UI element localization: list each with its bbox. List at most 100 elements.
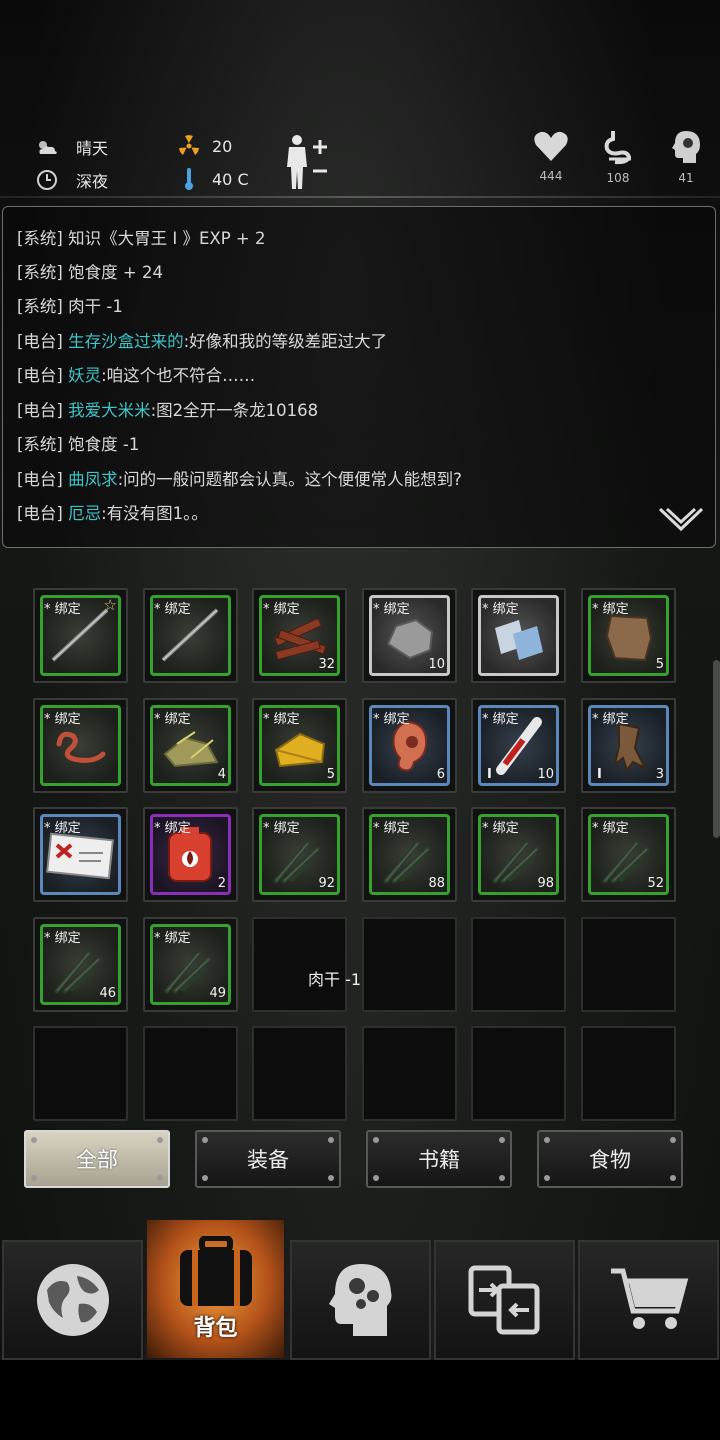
sender-name[interactable]: 妖灵: [68, 366, 101, 385]
sender-name[interactable]: 厄忌: [68, 504, 101, 523]
bound-label: * 绑定: [154, 821, 191, 836]
inventory-slot[interactable]: * 绑定 2: [143, 807, 238, 902]
filter-tab-books[interactable]: 书籍: [366, 1130, 512, 1188]
inventory-slot[interactable]: * 绑定 4: [143, 698, 238, 793]
item-count: 92: [318, 876, 335, 891]
stomach-icon: [604, 131, 632, 165]
item-count: 98: [537, 876, 554, 891]
clock-icon: [34, 169, 60, 191]
nav-backpack-label: 背包: [193, 1316, 238, 1341]
bound-label: * 绑定: [263, 712, 300, 727]
bound-label: * 绑定: [373, 712, 410, 727]
cart-icon: [610, 1268, 688, 1329]
inventory-slot[interactable]: * 绑定 52: [581, 807, 676, 902]
inventory-slot[interactable]: * 绑定 5: [581, 588, 676, 683]
inventory-slot[interactable]: * 绑定 46: [33, 917, 128, 1012]
log-line: [系统] 肉干 -1: [17, 297, 123, 316]
weather-text: 晴天: [76, 139, 109, 158]
sender-name[interactable]: 生存沙盒过来的: [68, 332, 184, 351]
inventory-slot[interactable]: * 绑定: [33, 698, 128, 793]
nav-map[interactable]: [2, 1240, 143, 1360]
bound-label: * 绑定: [482, 712, 519, 727]
empty-inventory-slot[interactable]: [252, 1026, 347, 1121]
item-count: 5: [655, 657, 664, 672]
time-text: 深夜: [76, 172, 109, 191]
bound-label: * 绑定: [44, 602, 81, 617]
empty-inventory-slot[interactable]: [581, 917, 676, 1012]
sender-name[interactable]: 我爱大米米: [68, 401, 151, 420]
item-count: 46: [99, 986, 116, 1001]
item-count: 2: [217, 876, 226, 891]
inventory-slot[interactable]: * 绑定 88: [362, 807, 457, 902]
inventory-slot[interactable]: * 绑定 10: [362, 588, 457, 683]
satiety-stat: 108: [588, 129, 648, 185]
nav-skills[interactable]: [290, 1240, 431, 1360]
empty-inventory-slot[interactable]: [471, 917, 566, 1012]
filter-tab-equipment[interactable]: 装备: [195, 1130, 341, 1188]
item-count: 3: [655, 767, 664, 782]
character-body-icon[interactable]: [283, 133, 333, 195]
inventory-slot[interactable]: * 绑定 6: [362, 698, 457, 793]
bound-label: * 绑定: [154, 602, 191, 617]
bound-label: * 绑定: [482, 821, 519, 836]
inventory-slot[interactable]: * 绑定: [143, 588, 238, 683]
inventory-slot[interactable]: * 绑定 ☆: [33, 588, 128, 683]
inventory-slot[interactable]: * 绑定 10 I: [471, 698, 566, 793]
message-log[interactable]: [系统] 知识《大胃王 I 》EXP + 2 [系统] 饱食度 + 24 [系统…: [2, 206, 716, 548]
globe-icon: [36, 1264, 109, 1336]
toast-message: 肉干 -1: [308, 970, 362, 989]
item-count: 10: [428, 657, 445, 672]
log-line: [电台] 生存沙盒过来的:好像和我的等级差距过大了: [17, 332, 388, 351]
inventory-slot[interactable]: * 绑定 32: [252, 588, 347, 683]
empty-inventory-slot[interactable]: [581, 1026, 676, 1121]
filter-tab-food[interactable]: 食物: [537, 1130, 683, 1188]
bound-label: * 绑定: [592, 602, 629, 617]
inventory-slot[interactable]: * 绑定 92: [252, 807, 347, 902]
inventory-slot[interactable]: * 绑定: [471, 588, 566, 683]
radiation-status: 20: [176, 135, 232, 157]
health-value: 444: [539, 169, 563, 183]
bound-label: * 绑定: [592, 821, 629, 836]
bound-label: * 绑定: [44, 931, 81, 946]
log-line: [系统] 知识《大胃王 I 》EXP + 2: [17, 229, 266, 248]
weather-status: 晴天: [34, 135, 108, 159]
time-status: 深夜: [34, 168, 108, 192]
empty-inventory-slot[interactable]: [362, 917, 457, 1012]
inventory-scrollbar[interactable]: [713, 660, 720, 838]
bound-label: * 绑定: [44, 821, 81, 836]
head-icon: [672, 131, 700, 163]
bound-label: * 绑定: [592, 712, 629, 727]
filter-tab-all[interactable]: 全部: [24, 1130, 170, 1188]
head-gears-icon: [328, 1264, 391, 1336]
expand-log-chevron-icon[interactable]: [658, 507, 704, 537]
inventory-slot[interactable]: * 绑定 98: [471, 807, 566, 902]
item-count: 10: [537, 767, 554, 782]
empty-inventory-slot[interactable]: [471, 1026, 566, 1121]
thermometer-icon: [176, 168, 202, 190]
item-count: 5: [326, 767, 335, 782]
nav-trade[interactable]: [434, 1240, 575, 1360]
nav-backpack[interactable]: 背包: [145, 1218, 286, 1360]
cloud-sun-icon: [34, 136, 60, 158]
item-count: 52: [647, 876, 664, 891]
empty-inventory-slot[interactable]: [252, 917, 347, 1012]
inventory-slot[interactable]: * 绑定 5: [252, 698, 347, 793]
empty-inventory-slot[interactable]: [362, 1026, 457, 1121]
bound-label: * 绑定: [44, 712, 81, 727]
nav-shop[interactable]: [578, 1240, 719, 1360]
empty-inventory-slot[interactable]: [143, 1026, 238, 1121]
satiety-value: 108: [606, 171, 630, 185]
sanity-stat: 41: [656, 129, 716, 185]
item-count: 49: [209, 986, 226, 1001]
temperature-value: 40 C: [212, 169, 249, 189]
bound-label: * 绑定: [373, 821, 410, 836]
item-level: I: [597, 767, 602, 782]
inventory-slot[interactable]: * 绑定 3 I: [581, 698, 676, 793]
log-line: [电台] 妖灵:咱这个也不符合……: [17, 366, 256, 385]
empty-inventory-slot[interactable]: [33, 1026, 128, 1121]
favorite-star-icon: ☆: [103, 596, 117, 614]
inventory-slot[interactable]: * 绑定 49: [143, 917, 238, 1012]
inventory-slot[interactable]: * 绑定: [33, 807, 128, 902]
bound-label: * 绑定: [373, 602, 410, 617]
sender-name[interactable]: 曲凤求: [68, 470, 118, 489]
